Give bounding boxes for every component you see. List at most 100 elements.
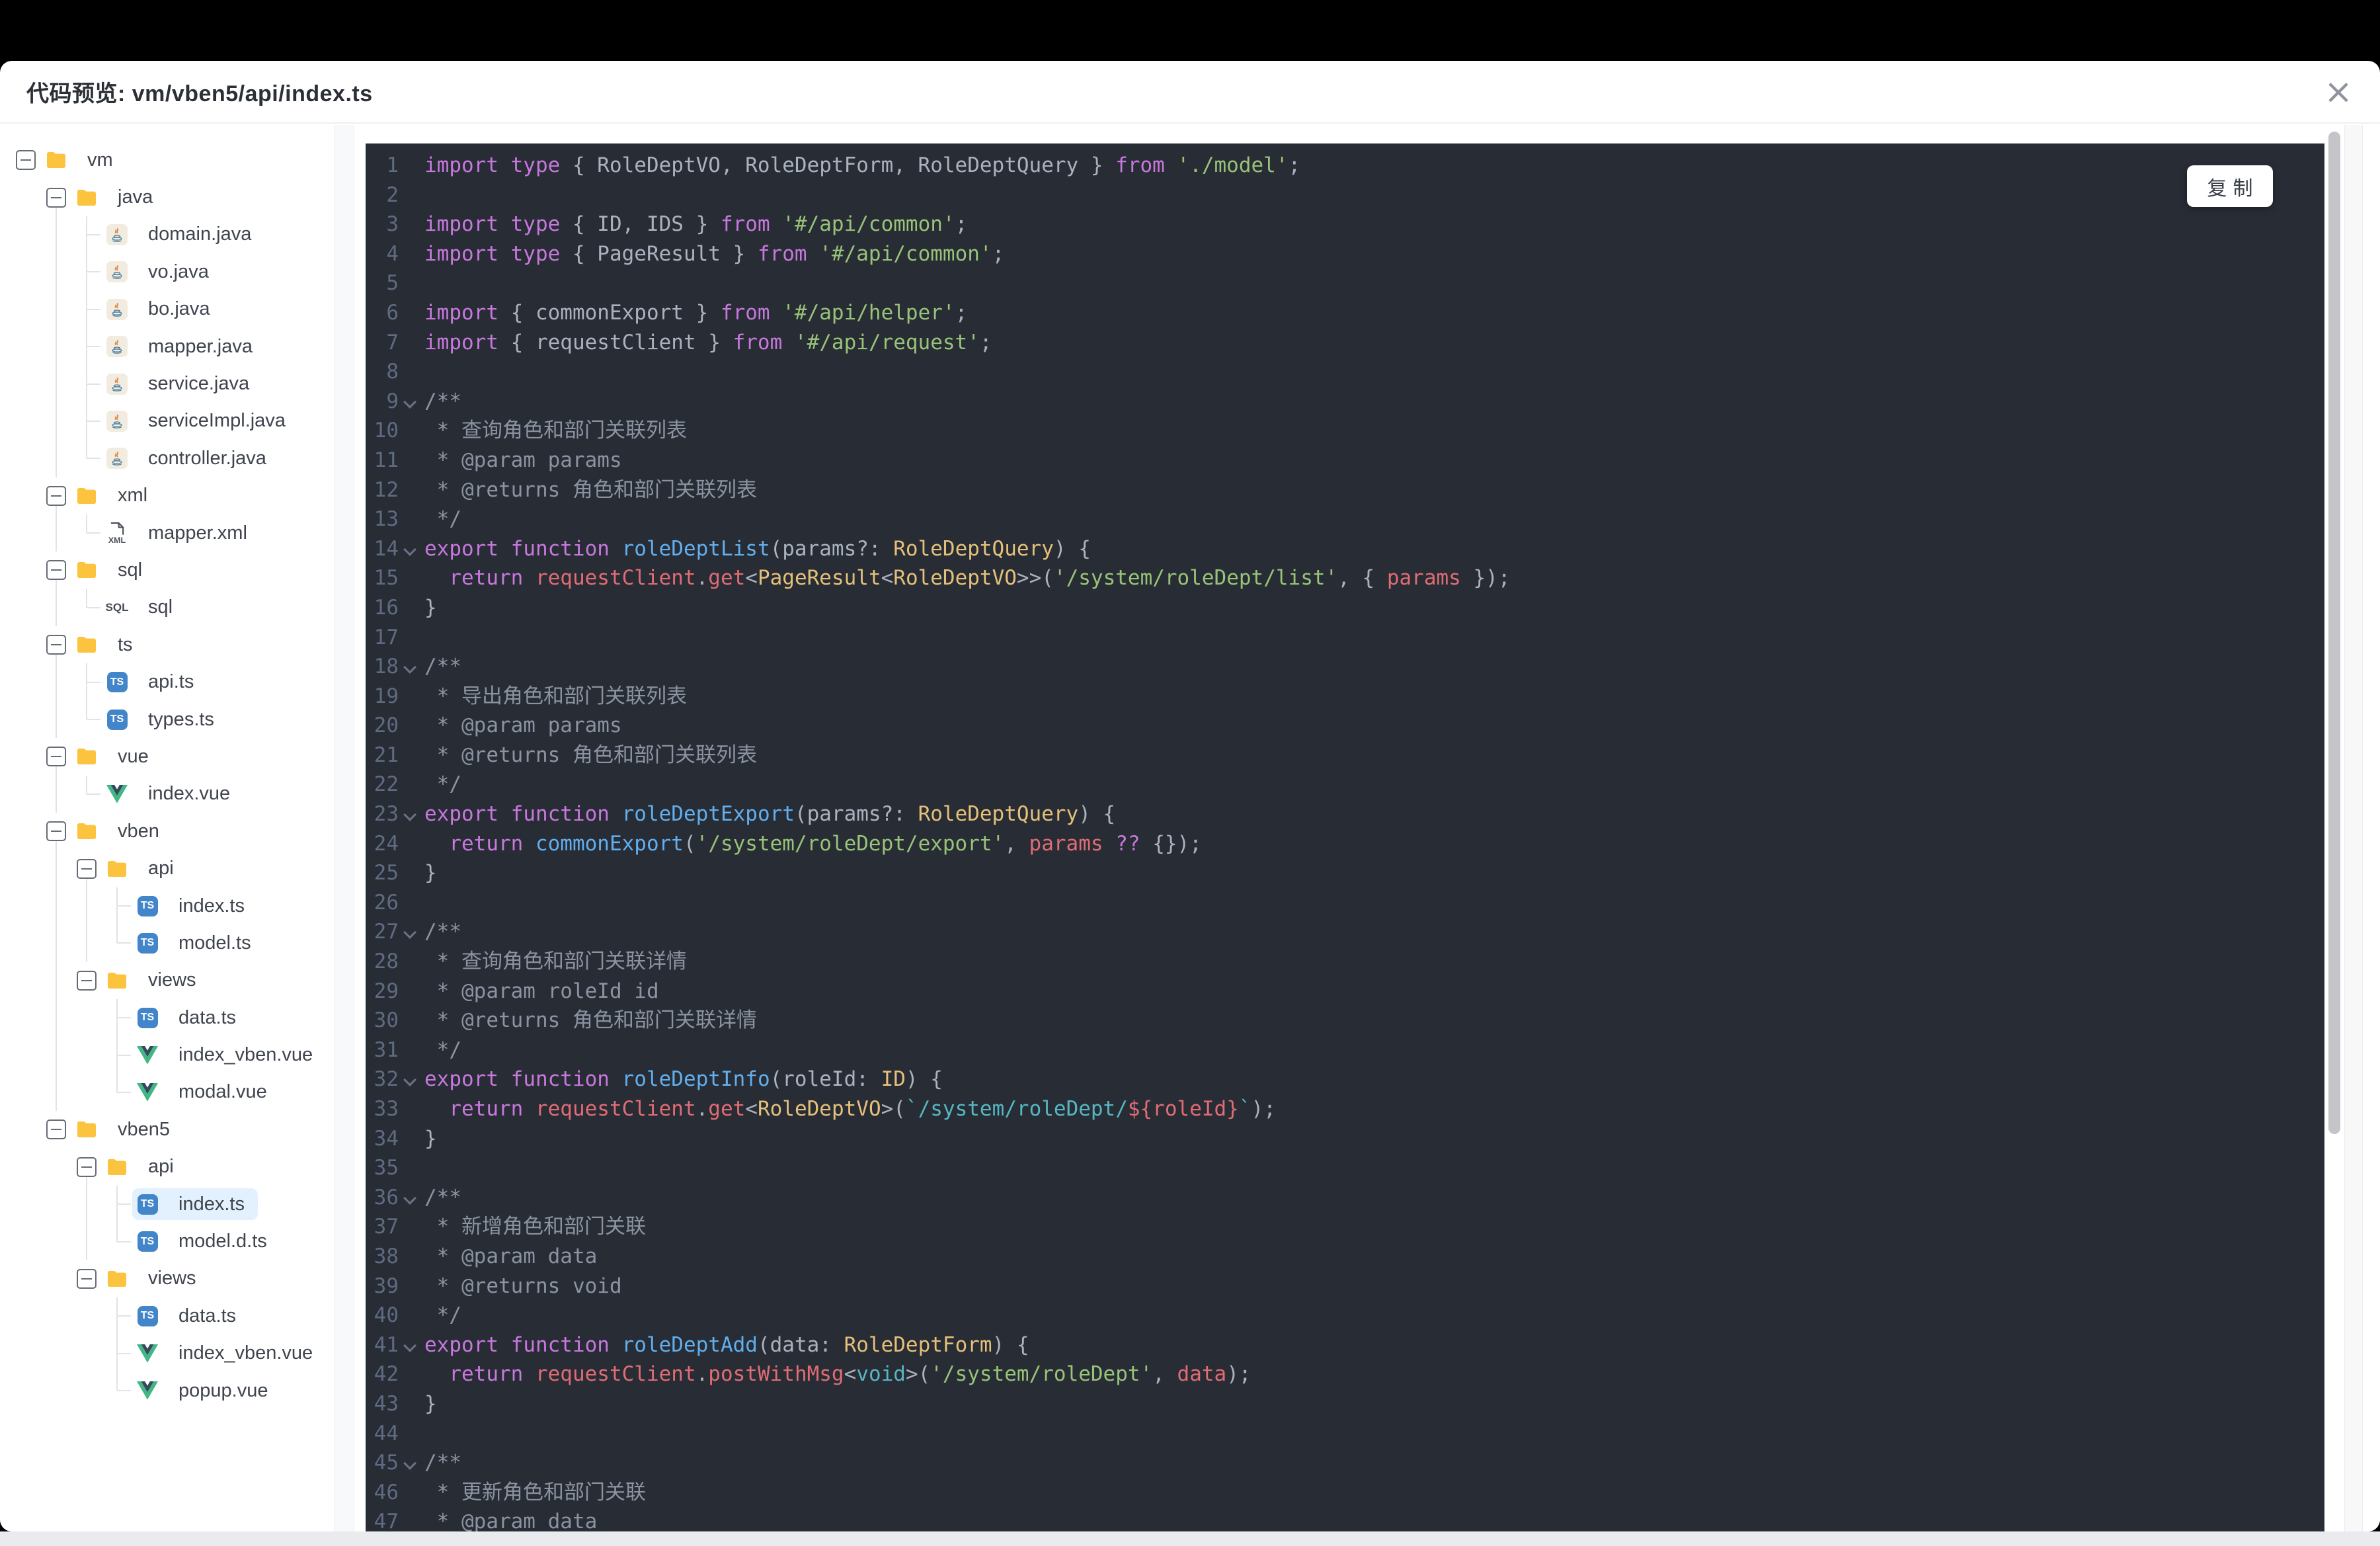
tree-collapse-toggle[interactable] (71, 962, 102, 999)
tree-item-vben5[interactable]: vben5 (0, 1111, 335, 1148)
tree-item-index-vue[interactable]: index.vue (0, 775, 335, 813)
code-scrollbar-thumb[interactable] (2328, 132, 2340, 1134)
tree-item-views[interactable]: views (0, 1260, 335, 1297)
tree-item-content[interactable]: sql (71, 554, 155, 586)
tree-item-content[interactable]: vben (71, 815, 173, 847)
tree-collapse-toggle[interactable] (41, 179, 71, 217)
tree-item-content[interactable]: vm (41, 144, 126, 176)
fold-chevron-icon[interactable] (399, 1448, 424, 1478)
tree-item-api-ts[interactable]: TS api.ts (0, 663, 335, 702)
tree-item-data-ts[interactable]: TS data.ts (0, 998, 335, 1037)
tree-item-java[interactable]: java (0, 179, 335, 217)
tree-item-content[interactable]: index_vben.vue (132, 1338, 326, 1369)
copy-button[interactable]: 复制 (2187, 165, 2273, 207)
tree-item-content[interactable]: controller.java (102, 442, 280, 474)
minus-icon[interactable] (46, 635, 66, 655)
fold-chevron-icon[interactable] (399, 799, 424, 829)
tree-item-index-ts[interactable]: TS index.ts (0, 887, 335, 925)
tree-item-index-vben-vue[interactable]: index_vben.vue (0, 1036, 335, 1075)
fold-chevron-icon[interactable] (399, 1330, 424, 1360)
tree-item-content[interactable]: TS index.ts (132, 890, 258, 922)
tree-item-controller-java[interactable]: controller.java (0, 440, 335, 477)
tree-item-content[interactable]: index_vben.vue (132, 1039, 326, 1071)
code-scrollbar-track[interactable] (2324, 125, 2344, 1531)
tree-item-mapper-xml[interactable]: XML mapper.xml (0, 514, 335, 552)
tree-item-content[interactable]: SQL sql (102, 592, 186, 624)
tree-item-types-ts[interactable]: TS types.ts (0, 700, 335, 739)
minus-icon[interactable] (77, 970, 97, 991)
tree-collapse-toggle[interactable] (41, 626, 71, 664)
tree-item-content[interactable]: vben5 (71, 1114, 183, 1145)
tree-item-content[interactable]: TS data.ts (132, 1300, 249, 1332)
tree-collapse-toggle[interactable] (11, 142, 41, 179)
tree-item-service-java[interactable]: service.java (0, 365, 335, 403)
tree-item-content[interactable]: TS model.d.ts (132, 1226, 280, 1258)
minus-icon[interactable] (46, 1119, 66, 1140)
tree-item-mapper-java[interactable]: mapper.java (0, 327, 335, 366)
fold-chevron-icon[interactable] (399, 1065, 424, 1094)
tree-collapse-toggle[interactable] (41, 738, 71, 776)
tree-item-content[interactable]: bo.java (102, 294, 223, 325)
minus-icon[interactable] (46, 747, 66, 767)
modal-scrollbar-track[interactable] (2344, 125, 2363, 1531)
tree-item-content[interactable]: vo.java (102, 256, 222, 288)
tree-item-content[interactable]: vue (71, 741, 162, 772)
tree-item-content[interactable]: TS index.ts (132, 1188, 258, 1221)
tree-item-content[interactable]: api (102, 1151, 187, 1183)
tree-item-model-ts[interactable]: TS model.ts (0, 924, 335, 962)
tree-collapse-toggle[interactable] (71, 1260, 102, 1297)
tree-item-vm[interactable]: vm (0, 142, 335, 179)
minus-icon[interactable] (46, 560, 66, 581)
tree-item-bo-java[interactable]: bo.java (0, 290, 335, 329)
minus-icon[interactable] (46, 187, 66, 208)
tree-collapse-toggle[interactable] (41, 1111, 71, 1148)
minus-icon[interactable] (46, 821, 66, 842)
tree-item-content[interactable]: serviceImpl.java (102, 405, 299, 437)
tree-item-vue[interactable]: vue (0, 738, 335, 776)
minus-icon[interactable] (77, 1268, 97, 1289)
fold-chevron-icon[interactable] (399, 652, 424, 682)
tree-item-modal-vue[interactable]: modal.vue (0, 1073, 335, 1112)
fold-chevron-icon[interactable] (399, 1183, 424, 1213)
close-icon[interactable]: × (2317, 70, 2360, 114)
tree-item-content[interactable]: service.java (102, 368, 262, 400)
tree-collapse-toggle[interactable] (41, 477, 71, 515)
tree-item-sql[interactable]: SQL sql (0, 589, 335, 627)
minus-icon[interactable] (46, 485, 66, 506)
tree-item-content[interactable]: XML mapper.xml (102, 517, 260, 549)
tree-collapse-toggle[interactable] (41, 551, 71, 590)
tree-item-views[interactable]: views (0, 961, 335, 1000)
tree-item-content[interactable]: TS api.ts (102, 667, 207, 698)
tree-item-data-ts[interactable]: TS data.ts (0, 1297, 335, 1335)
tree-item-content[interactable]: java (71, 182, 166, 214)
tree-collapse-toggle[interactable] (71, 850, 102, 888)
tree-item-api[interactable]: api (0, 850, 335, 888)
tree-item-content[interactable]: mapper.java (102, 331, 266, 362)
tree-item-vben[interactable]: vben (0, 813, 335, 850)
tree-item-ts[interactable]: ts (0, 626, 335, 664)
tree-collapse-toggle[interactable] (71, 1149, 102, 1186)
tree-item-index-ts[interactable]: TS index.ts (0, 1185, 335, 1223)
tree-item-sql[interactable]: sql (0, 551, 335, 590)
tree-item-vo-java[interactable]: vo.java (0, 253, 335, 291)
fold-chevron-icon[interactable] (399, 534, 424, 564)
tree-collapse-toggle[interactable] (41, 813, 71, 850)
tree-item-xml[interactable]: xml (0, 477, 335, 515)
tree-item-domain-java[interactable]: domain.java (0, 216, 335, 254)
minus-icon[interactable] (77, 858, 97, 879)
tree-item-content[interactable]: popup.vue (132, 1375, 281, 1406)
tree-item-content[interactable]: views (102, 965, 210, 997)
tree-item-content[interactable]: ts (71, 629, 146, 661)
tree-item-content[interactable]: api (102, 853, 187, 885)
tree-item-popup-vue[interactable]: popup.vue (0, 1371, 335, 1409)
fold-chevron-icon[interactable] (399, 917, 424, 947)
minus-icon[interactable] (77, 1157, 97, 1177)
tree-item-content[interactable]: domain.java (102, 219, 264, 251)
tree-item-api[interactable]: api (0, 1149, 335, 1186)
tree-item-content[interactable]: TS data.ts (132, 1002, 249, 1034)
tree-item-serviceimpl-java[interactable]: serviceImpl.java (0, 402, 335, 440)
tree-item-index-vben-vue[interactable]: index_vben.vue (0, 1334, 335, 1373)
tree-item-content[interactable]: TS types.ts (102, 704, 227, 735)
fold-chevron-icon[interactable] (399, 387, 424, 417)
tree-item-content[interactable]: views (102, 1263, 210, 1295)
